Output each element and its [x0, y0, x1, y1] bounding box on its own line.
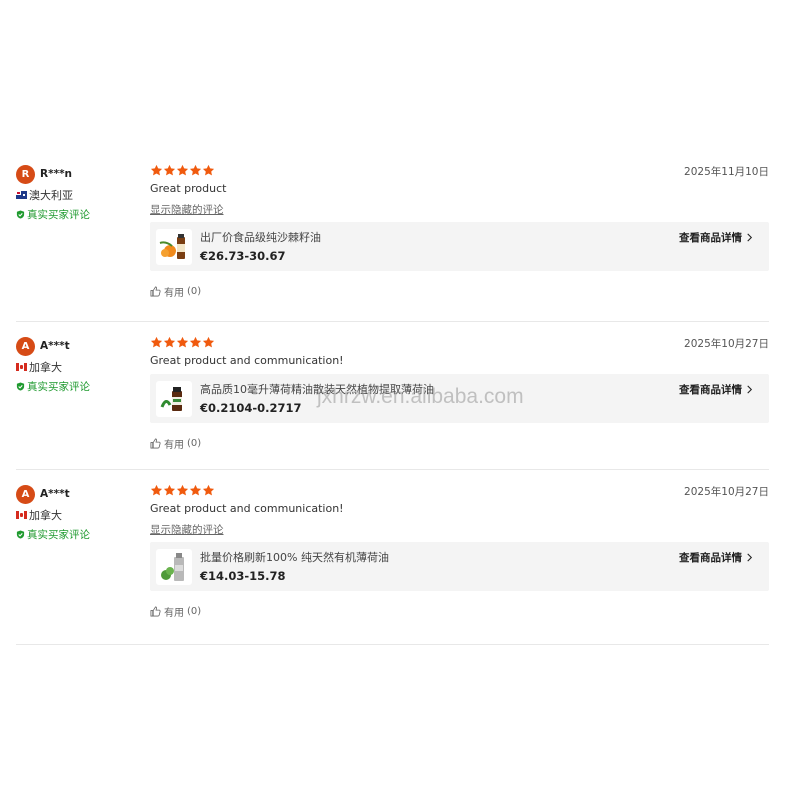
- star-icon: [163, 164, 176, 175]
- avatar: A: [16, 336, 35, 356]
- chevron-right-icon: [747, 233, 753, 242]
- reviewer-country: 加拿大: [29, 509, 62, 522]
- view-product-details-label: 查看商品详情: [679, 232, 742, 244]
- canada-flag-icon: [16, 363, 27, 371]
- star-icon: [163, 336, 176, 347]
- review-body: 2025年10月27日 Great product and communicat…: [150, 483, 769, 619]
- canada-flag-icon: [16, 511, 27, 519]
- helpful-count: (0): [187, 286, 202, 297]
- helpful-button[interactable]: 有用 (0): [150, 284, 769, 299]
- helpful-button[interactable]: 有用 (0): [150, 604, 769, 619]
- review-date: 2025年10月27日: [684, 338, 769, 350]
- product-price: €0.2104-0.2717: [200, 400, 302, 415]
- review-date: 2025年10月27日: [684, 486, 769, 498]
- chevron-right-icon: [747, 553, 753, 562]
- review-comment: Great product and communication!: [150, 354, 344, 367]
- star-icon: [189, 336, 202, 347]
- show-hidden-reviews-link[interactable]: 显示隐藏的评论: [150, 523, 769, 537]
- product-thumbnail: [156, 228, 192, 265]
- product-card[interactable]: 批量价格刷新100% 纯天然有机薄荷油 €14.03-15.78 查看商品详情: [150, 542, 769, 591]
- helpful-label: 有用: [164, 288, 184, 299]
- review-body: 2025年11月10日 Great product 显示隐藏的评论 出厂价食品级…: [150, 163, 769, 299]
- reviewer-name: R***n: [40, 168, 73, 180]
- view-product-details-label: 查看商品详情: [679, 552, 742, 564]
- verified-badge-icon: [16, 530, 25, 539]
- product-thumbnail: [156, 548, 192, 585]
- star-icon: [176, 336, 189, 347]
- reviewer-country: 澳大利亚: [29, 189, 73, 202]
- show-hidden-reviews-link[interactable]: 显示隐藏的评论: [150, 203, 769, 217]
- star-icon: [189, 164, 202, 175]
- star-rating: [150, 163, 769, 177]
- star-icon: [202, 484, 215, 495]
- view-product-details-link[interactable]: 查看商品详情: [679, 382, 753, 397]
- view-product-details-link[interactable]: 查看商品详情: [679, 230, 753, 245]
- star-icon: [202, 336, 215, 347]
- australia-flag-icon: [16, 191, 27, 199]
- helpful-count: (0): [187, 438, 202, 449]
- star-rating: [150, 335, 769, 349]
- reviewer-country: 加拿大: [29, 361, 62, 374]
- star-icon: [202, 164, 215, 175]
- thumbs-up-icon: [150, 286, 161, 297]
- review-comment: Great product: [150, 182, 227, 195]
- verified-buyer-label: 真实买家评论: [27, 381, 90, 393]
- star-icon: [150, 484, 163, 495]
- reviewer-info: A A***t 加拿大 真实买家评论: [16, 336, 141, 394]
- reviewer-info: R R***n 澳大利亚 真实买家评论: [16, 164, 141, 222]
- review-list: R R***n 澳大利亚 真实买家评论 2025年11月10日 Great pr…: [16, 150, 769, 645]
- chevron-right-icon: [747, 385, 753, 394]
- reviewer-name: A***t: [40, 488, 70, 500]
- product-card[interactable]: 出厂价食品级纯沙棘籽油 €26.73-30.67 查看商品详情: [150, 222, 769, 271]
- star-icon: [163, 484, 176, 495]
- avatar: R: [16, 164, 35, 184]
- product-title[interactable]: 高品质10毫升薄荷精油散装天然植物提取薄荷油: [200, 383, 434, 397]
- verified-buyer-label: 真实买家评论: [27, 209, 90, 221]
- verified-buyer-label: 真实买家评论: [27, 529, 90, 541]
- helpful-label: 有用: [164, 608, 184, 619]
- product-thumbnail: [156, 380, 192, 417]
- star-icon: [176, 484, 189, 495]
- view-product-details-label: 查看商品详情: [679, 384, 742, 396]
- review-body: 2025年10月27日 Great product and communicat…: [150, 335, 769, 451]
- helpful-button[interactable]: 有用 (0): [150, 436, 769, 451]
- thumbs-up-icon: [150, 438, 161, 449]
- avatar: A: [16, 484, 35, 504]
- view-product-details-link[interactable]: 查看商品详情: [679, 550, 753, 565]
- reviewer-name: A***t: [40, 340, 70, 352]
- product-price: €26.73-30.67: [200, 248, 286, 263]
- star-rating: [150, 483, 769, 497]
- review-item: A A***t 加拿大 真实买家评论 2025年10月27日 Great pro…: [16, 470, 769, 645]
- reviewer-info: A A***t 加拿大 真实买家评论: [16, 484, 141, 542]
- product-price: €14.03-15.78: [200, 568, 286, 583]
- review-item: A A***t 加拿大 真实买家评论 2025年10月27日 Great pro…: [16, 322, 769, 470]
- verified-badge-icon: [16, 210, 25, 219]
- verified-badge-icon: [16, 382, 25, 391]
- product-title[interactable]: 批量价格刷新100% 纯天然有机薄荷油: [200, 551, 389, 565]
- star-icon: [150, 336, 163, 347]
- product-card[interactable]: 高品质10毫升薄荷精油散装天然植物提取薄荷油 €0.2104-0.2717 查看…: [150, 374, 769, 423]
- star-icon: [189, 484, 202, 495]
- helpful-count: (0): [187, 606, 202, 617]
- review-comment: Great product and communication!: [150, 502, 344, 515]
- thumbs-up-icon: [150, 606, 161, 617]
- star-icon: [176, 164, 189, 175]
- review-date: 2025年11月10日: [684, 166, 769, 178]
- review-item: R R***n 澳大利亚 真实买家评论 2025年11月10日 Great pr…: [16, 150, 769, 322]
- product-title[interactable]: 出厂价食品级纯沙棘籽油: [200, 231, 321, 245]
- helpful-label: 有用: [164, 440, 184, 451]
- star-icon: [150, 164, 163, 175]
